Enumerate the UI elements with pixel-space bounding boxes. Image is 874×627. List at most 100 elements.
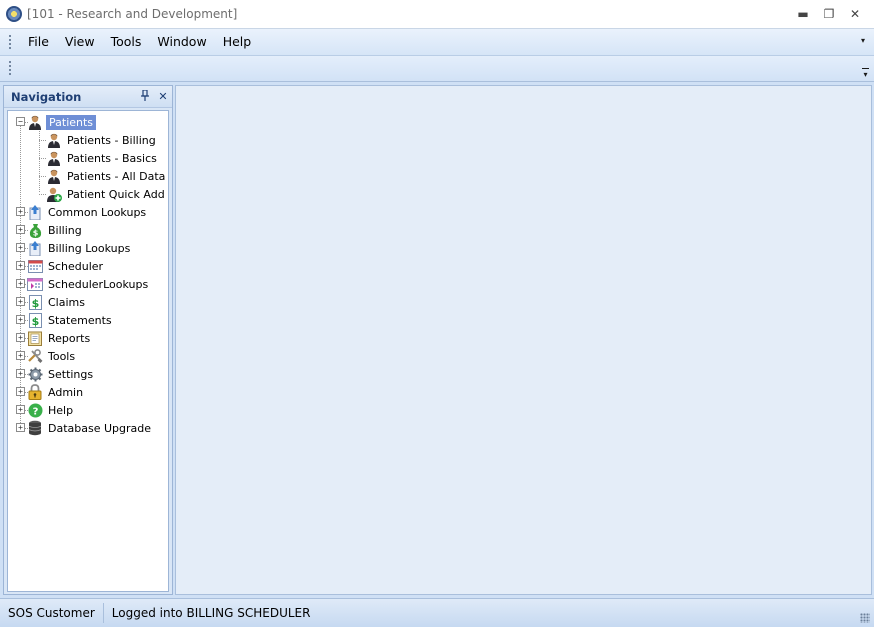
money-bag-icon: $ bbox=[27, 222, 43, 238]
expand-icon[interactable]: + bbox=[16, 387, 25, 396]
tree-item-label: SchedulerLookups bbox=[48, 277, 149, 291]
tree-item-patients-all-data[interactable]: Patients - All Data bbox=[46, 167, 167, 185]
app-icon bbox=[6, 6, 22, 22]
tree-item-reports[interactable]: Reports bbox=[27, 329, 92, 347]
lock-icon bbox=[27, 384, 43, 400]
report-icon bbox=[27, 330, 43, 346]
tree-connector bbox=[39, 158, 46, 159]
lookup-icon bbox=[27, 240, 43, 256]
tree-item-label: Settings bbox=[48, 367, 94, 381]
patient-add-icon bbox=[46, 186, 62, 202]
minimize-button[interactable]: ▬ bbox=[790, 4, 816, 24]
pin-icon[interactable] bbox=[136, 88, 154, 104]
expand-icon[interactable]: + bbox=[16, 333, 25, 342]
tools-icon bbox=[27, 348, 43, 364]
tree-item-billing[interactable]: $ Billing bbox=[27, 221, 84, 239]
tree-item-help[interactable]: ? Help bbox=[27, 401, 75, 419]
status-customer: SOS Customer bbox=[0, 603, 104, 623]
navigation-tree: Patients − Patients - Billing Patients - Ba… bbox=[7, 110, 169, 592]
svg-text:$: $ bbox=[31, 297, 39, 310]
status-bar: SOS Customer Logged into BILLING SCHEDUL… bbox=[0, 598, 874, 627]
database-icon bbox=[27, 420, 43, 436]
tree-item-label: Database Upgrade bbox=[48, 421, 152, 435]
menu-overflow-icon[interactable]: ▾ bbox=[861, 37, 868, 45]
toolbar-grip-handle[interactable] bbox=[8, 60, 12, 77]
menu-window[interactable]: Window bbox=[149, 31, 214, 53]
tree-item-patients[interactable]: Patients bbox=[27, 113, 97, 131]
tree-item-statements[interactable]: $ Statements bbox=[27, 311, 114, 329]
svg-text:$: $ bbox=[32, 229, 38, 238]
close-panel-button[interactable]: ✕ bbox=[154, 90, 172, 103]
expand-icon[interactable]: + bbox=[16, 207, 25, 216]
navigation-header: Navigation ✕ bbox=[4, 86, 172, 108]
expand-icon[interactable]: + bbox=[16, 351, 25, 360]
tree-item-scheduler[interactable]: Scheduler bbox=[27, 257, 105, 275]
tree-item-label: Billing Lookups bbox=[48, 241, 131, 255]
calendar-lookup-icon bbox=[27, 276, 43, 292]
tree-child-line bbox=[39, 129, 40, 192]
tree-item-tools[interactable]: Tools bbox=[27, 347, 77, 365]
tree-item-claims[interactable]: $ Claims bbox=[27, 293, 87, 311]
navigation-title: Navigation bbox=[11, 89, 82, 104]
expand-icon[interactable]: + bbox=[16, 423, 25, 432]
svg-text:$: $ bbox=[31, 315, 39, 328]
expand-icon[interactable]: + bbox=[16, 315, 25, 324]
tree-item-label: Billing bbox=[48, 223, 82, 237]
tree-item-label: Patients - All Data bbox=[67, 169, 166, 183]
tree-item-patients-basics[interactable]: Patients - Basics bbox=[46, 149, 159, 167]
expand-icon[interactable]: + bbox=[16, 297, 25, 306]
lookup-icon bbox=[27, 204, 43, 220]
tree-item-patient-quick-add[interactable]: Patient Quick Add bbox=[46, 185, 167, 203]
tree-item-label: Reports bbox=[48, 331, 91, 345]
maximize-button[interactable]: ❐ bbox=[816, 4, 842, 24]
tree-root-line bbox=[20, 125, 21, 431]
window-controls: ▬ ❐ ✕ bbox=[790, 4, 868, 24]
expand-icon[interactable]: + bbox=[16, 405, 25, 414]
tree-item-label: Scheduler bbox=[48, 259, 104, 273]
resize-grip-icon[interactable] bbox=[860, 613, 870, 623]
calendar-icon bbox=[27, 258, 43, 274]
menu-tools[interactable]: Tools bbox=[103, 31, 150, 53]
main-content-area bbox=[175, 85, 872, 595]
menu-help[interactable]: Help bbox=[215, 31, 260, 53]
tree-connector bbox=[39, 140, 46, 141]
patient-icon bbox=[46, 132, 62, 148]
menu-bar: File View Tools Window Help ▾ bbox=[0, 29, 874, 56]
expand-icon[interactable]: + bbox=[16, 261, 25, 270]
tree-item-database-upgrade[interactable]: Database Upgrade bbox=[27, 419, 153, 437]
toolbar-overflow-icon[interactable]: ▾ bbox=[861, 63, 870, 79]
title-bar: [101 - Research and Development] ▬ ❐ ✕ bbox=[0, 0, 874, 29]
patient-icon bbox=[46, 168, 62, 184]
toolbar-overflow-arrow: ▾ bbox=[863, 70, 868, 79]
expand-icon[interactable]: + bbox=[16, 243, 25, 252]
tree-item-admin[interactable]: Admin bbox=[27, 383, 85, 401]
tree-item-settings[interactable]: Settings bbox=[27, 365, 95, 383]
tree-item-label: Statements bbox=[48, 313, 112, 327]
tree-item-label: Patient Quick Add bbox=[67, 187, 165, 201]
help-icon: ? bbox=[27, 402, 43, 418]
dollar-doc-icon: $ bbox=[27, 312, 43, 328]
tree-item-billing-lookups[interactable]: Billing Lookups bbox=[27, 239, 132, 257]
expand-icon[interactable]: + bbox=[16, 225, 25, 234]
navigation-panel: Navigation ✕ Patients − Patients - Billing… bbox=[3, 85, 173, 595]
menu-view[interactable]: View bbox=[57, 31, 103, 53]
tree-item-schedulerlookups[interactable]: SchedulerLookups bbox=[27, 275, 150, 293]
dollar-doc-icon: $ bbox=[27, 294, 43, 310]
collapse-icon[interactable]: − bbox=[16, 117, 25, 126]
tree-item-patients-billing[interactable]: Patients - Billing bbox=[46, 131, 158, 149]
gear-icon bbox=[27, 366, 43, 382]
tree-item-common-lookups[interactable]: Common Lookups bbox=[27, 203, 148, 221]
tree-item-label: Tools bbox=[48, 349, 76, 363]
patient-icon bbox=[46, 150, 62, 166]
menu-grip-handle[interactable] bbox=[8, 33, 12, 51]
tree-item-label: Patients - Basics bbox=[67, 151, 157, 165]
expand-icon[interactable]: + bbox=[16, 279, 25, 288]
tree-connector bbox=[39, 176, 46, 177]
tree-item-label: Admin bbox=[48, 385, 84, 399]
close-button[interactable]: ✕ bbox=[842, 4, 868, 24]
expand-icon[interactable]: + bbox=[16, 369, 25, 378]
patient-icon bbox=[27, 114, 43, 130]
tree-item-label: Claims bbox=[48, 295, 85, 309]
tree-item-label: Patients bbox=[46, 114, 97, 130]
menu-file[interactable]: File bbox=[20, 31, 57, 53]
